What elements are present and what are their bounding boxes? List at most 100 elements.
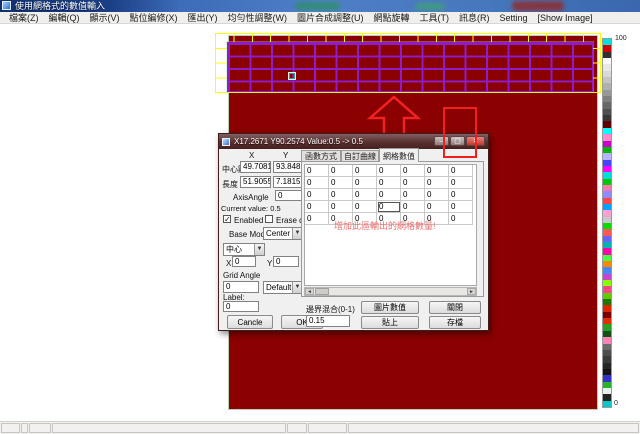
offset-x-input[interactable]: 0	[232, 256, 256, 267]
base-mode-value: Center	[266, 229, 290, 238]
menu-item[interactable]: 工具(T)	[415, 12, 455, 24]
color-band	[603, 401, 611, 407]
menu-item[interactable]: 點位編修(X)	[125, 12, 183, 24]
grid-cell[interactable]: 0	[449, 213, 473, 225]
grid-cell[interactable]: 0	[425, 177, 449, 189]
base-mode-select[interactable]: Center▼	[263, 227, 303, 240]
grid-cell[interactable]: 0	[329, 165, 353, 177]
menu-item[interactable]: 訊息(R)	[454, 12, 495, 24]
grid-value-dialog: X17.2671 Y90.2574 Value:0.5 -> 0.5 – ▢ ✕…	[218, 133, 489, 331]
grid-cell[interactable]: 0	[305, 213, 329, 225]
anchor-select[interactable]: 中心▼	[223, 243, 265, 256]
purple-value-grid[interactable]	[227, 42, 593, 92]
scrollbar-track	[329, 288, 467, 295]
grid-cell[interactable]: 0	[329, 177, 353, 189]
menu-item[interactable]: 編輯(Q)	[44, 12, 85, 24]
color-scale-bar	[602, 38, 612, 408]
blend-input[interactable]: 0.15	[306, 315, 350, 327]
scroll-left-icon[interactable]: ◄	[305, 288, 314, 295]
grid-cell[interactable]: 0	[401, 189, 425, 201]
window-titlebar[interactable]: 使用網格式的數值輸入	[0, 0, 640, 12]
grid-cell[interactable]: 0	[305, 189, 329, 201]
save-button[interactable]: 存檔	[429, 316, 481, 329]
column-header-y: Y	[283, 151, 288, 160]
grid-cell[interactable]: 0	[401, 165, 425, 177]
center-x-input[interactable]: 49.7081	[240, 161, 271, 173]
current-value-text: Current value: 0.5	[221, 204, 281, 213]
grid-cell[interactable]: 0	[401, 201, 425, 213]
window-title: 使用網格式的數值輸入	[15, 0, 105, 12]
erase-dots-checkbox[interactable]	[265, 215, 273, 223]
up-arrow-annotation	[360, 90, 430, 136]
horizontal-scrollbar[interactable]: ◄ ►	[304, 287, 477, 296]
image-values-button[interactable]: 圖片數值	[361, 301, 419, 314]
grid-cell[interactable]: 0	[425, 165, 449, 177]
axis-angle-label: AxisAngle	[233, 193, 269, 202]
grid-cell[interactable]: 0	[353, 165, 377, 177]
grid-cell[interactable]: 0	[401, 177, 425, 189]
chevron-down-icon[interactable]: ▼	[254, 244, 264, 255]
cancel-button[interactable]: Cancle	[227, 315, 273, 329]
offset-y-label: Y	[267, 259, 272, 268]
length-label: 長度	[222, 179, 238, 190]
status-segment	[348, 423, 639, 433]
menu-item[interactable]: Setting	[495, 12, 533, 24]
length-x-input[interactable]: 51.9055	[240, 176, 271, 188]
enabled-checkbox[interactable]: ✓	[223, 215, 231, 223]
grid-cell[interactable]: 0	[305, 177, 329, 189]
highlight-rectangle-annotation	[443, 107, 477, 158]
grid-cell[interactable]: 0	[377, 189, 401, 201]
menu-item[interactable]: 圖片合成調整(U)	[292, 12, 369, 24]
offset-y-input[interactable]: 0	[273, 256, 299, 267]
titlebar-reflection	[415, 3, 445, 10]
titlebar-reflection	[512, 1, 564, 11]
grid-cell[interactable]: 0	[353, 201, 377, 213]
table-row: 0000000	[305, 165, 476, 177]
grid-angle-label: Grid Angle	[223, 271, 260, 280]
label-input[interactable]: 0	[223, 301, 259, 312]
grid-cell[interactable]: 0	[305, 165, 329, 177]
grid-cell[interactable]: 0	[377, 177, 401, 189]
status-bar	[0, 421, 640, 434]
grid-cell[interactable]: 0	[329, 189, 353, 201]
grid-cell[interactable]: 0	[449, 165, 473, 177]
grid-cell[interactable]: 0	[353, 177, 377, 189]
grid-cell[interactable]: 0	[425, 189, 449, 201]
grid-cell[interactable]: 0	[377, 165, 401, 177]
close-button[interactable]: 關閉	[429, 301, 481, 314]
grid-angle-input[interactable]: 0	[223, 281, 259, 293]
scroll-right-icon[interactable]: ►	[467, 288, 476, 295]
grid-cell[interactable]: 0	[353, 189, 377, 201]
app-icon	[2, 1, 11, 10]
menu-item[interactable]: [Show Image]	[533, 12, 598, 24]
grid-cell[interactable]: 0	[377, 201, 401, 213]
grid-cell[interactable]: 0	[329, 201, 353, 213]
grid-angle-mode-select[interactable]: Default▼	[263, 281, 303, 294]
menu-item[interactable]: 網點旋轉	[369, 12, 415, 24]
length-y-input[interactable]: 7.1815	[273, 176, 304, 188]
paste-button[interactable]: 貼上	[361, 316, 419, 329]
grid-cell[interactable]: 0	[305, 201, 329, 213]
offset-x-label: X	[226, 259, 231, 268]
application-window: 使用網格式的數值輸入 檔案(Z)編輯(Q)顯示(V)點位編修(X)匯出(Y)均勻…	[0, 0, 640, 434]
grid-cell[interactable]: 0	[449, 201, 473, 213]
note-annotation: 增加此區輸出的網格數量!	[334, 219, 436, 232]
status-segment	[1, 423, 20, 433]
scrollbar-thumb[interactable]	[315, 288, 329, 295]
axis-angle-input[interactable]: 0	[275, 190, 303, 201]
grid-cell[interactable]: 0	[449, 177, 473, 189]
menu-item[interactable]: 匯出(Y)	[183, 12, 223, 24]
menu-item[interactable]: 顯示(V)	[85, 12, 125, 24]
menu-item[interactable]: 檔案(Z)	[4, 12, 44, 24]
titlebar-reflection	[295, 2, 340, 10]
selected-point-marker[interactable]	[288, 72, 296, 80]
status-segment	[29, 423, 51, 433]
menu-bar: 檔案(Z)編輯(Q)顯示(V)點位編修(X)匯出(Y)均勻性調整(W)圖片合成調…	[0, 12, 640, 24]
grid-cell[interactable]: 0	[449, 189, 473, 201]
center-y-input[interactable]: 93.8482	[273, 161, 304, 173]
menu-item[interactable]: 均勻性調整(W)	[223, 12, 293, 24]
status-segment	[52, 423, 286, 433]
grid-cell[interactable]: 0	[425, 201, 449, 213]
status-segment	[287, 423, 307, 433]
tab-grid-values[interactable]: 網格數值	[379, 148, 419, 162]
